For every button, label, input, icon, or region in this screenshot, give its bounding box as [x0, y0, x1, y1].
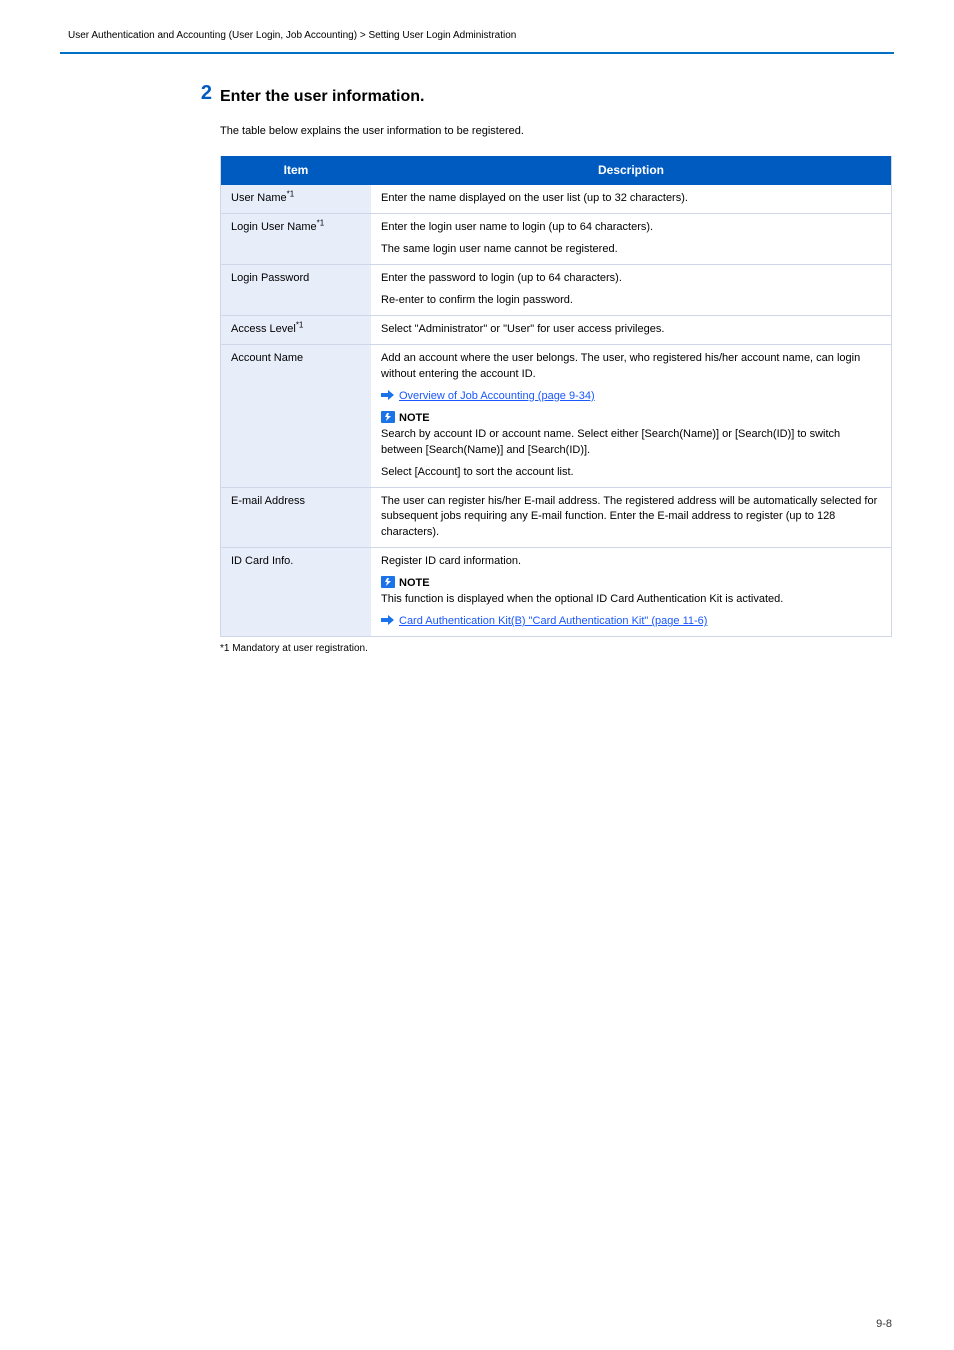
note-label: NOTE	[399, 577, 430, 589]
page-number: 9-8	[876, 1318, 892, 1330]
table-row: Account Name Add an account where the us…	[221, 344, 892, 487]
item-label: User Name	[231, 192, 287, 204]
step-heading: Enter the user information.	[220, 88, 892, 106]
footnote-star: *1	[287, 190, 295, 199]
item-label: Login Password	[231, 272, 309, 284]
item-desc: Register ID card information.	[381, 555, 521, 567]
step-number: 2	[188, 82, 212, 105]
note-icon	[381, 411, 395, 423]
arrow-right-icon	[381, 614, 395, 626]
reference-link[interactable]: Overview of Job Accounting (page 9-34)	[399, 390, 595, 402]
note-text: Select [Account] to sort the account lis…	[381, 466, 574, 478]
reference-link[interactable]: Card Authentication Kit(B) "Card Authent…	[399, 615, 707, 627]
item-label: Login User Name	[231, 221, 317, 233]
table-row: User Name*1 Enter the name displayed on …	[221, 185, 892, 213]
item-desc: Enter the password to login (up to 64 ch…	[381, 272, 622, 284]
note-text: This function is displayed when the opti…	[381, 593, 783, 605]
item-desc: Enter the name displayed on the user lis…	[381, 192, 688, 204]
footnote-star: *1	[296, 320, 304, 329]
arrow-right-icon	[381, 389, 395, 401]
item-desc: Re-enter to confirm the login password.	[381, 294, 573, 306]
footnote-star: *1	[317, 219, 325, 228]
table-row: Login User Name*1 Enter the login user n…	[221, 214, 892, 265]
item-label: Access Level	[231, 323, 296, 335]
item-desc: Enter the login user name to login (up t…	[381, 221, 653, 233]
table-row: Login Password Enter the password to log…	[221, 265, 892, 316]
item-desc: Add an account where the user belongs. T…	[381, 352, 860, 380]
table-row: ID Card Info. Register ID card informati…	[221, 548, 892, 637]
item-desc: Select "Administrator" or "User" for use…	[381, 323, 664, 335]
note-label: NOTE	[399, 412, 430, 424]
item-desc: The same login user name cannot be regis…	[381, 243, 618, 255]
table-row: Access Level*1 Select "Administrator" or…	[221, 316, 892, 345]
table-footnote: *1 Mandatory at user registration.	[220, 643, 892, 654]
item-desc: The user can register his/her E-mail add…	[381, 495, 877, 539]
item-label: ID Card Info.	[231, 555, 293, 567]
item-label: Account Name	[231, 352, 303, 364]
content-area: Enter the user information. The table be…	[220, 54, 892, 654]
breadcrumb: User Authentication and Accounting (User…	[68, 30, 516, 41]
note-text: Search by account ID or account name. Se…	[381, 428, 840, 456]
table-row: E-mail Address The user can register his…	[221, 487, 892, 548]
intro-text: The table below explains the user inform…	[220, 124, 892, 140]
item-label: E-mail Address	[231, 495, 305, 507]
col-header-item: Item	[221, 156, 372, 185]
user-info-table: Item Description User Name*1 Enter the n…	[220, 156, 892, 637]
note-icon	[381, 576, 395, 588]
page-wrapper: User Authentication and Accounting (User…	[0, 0, 954, 1350]
col-header-description: Description	[371, 156, 892, 185]
